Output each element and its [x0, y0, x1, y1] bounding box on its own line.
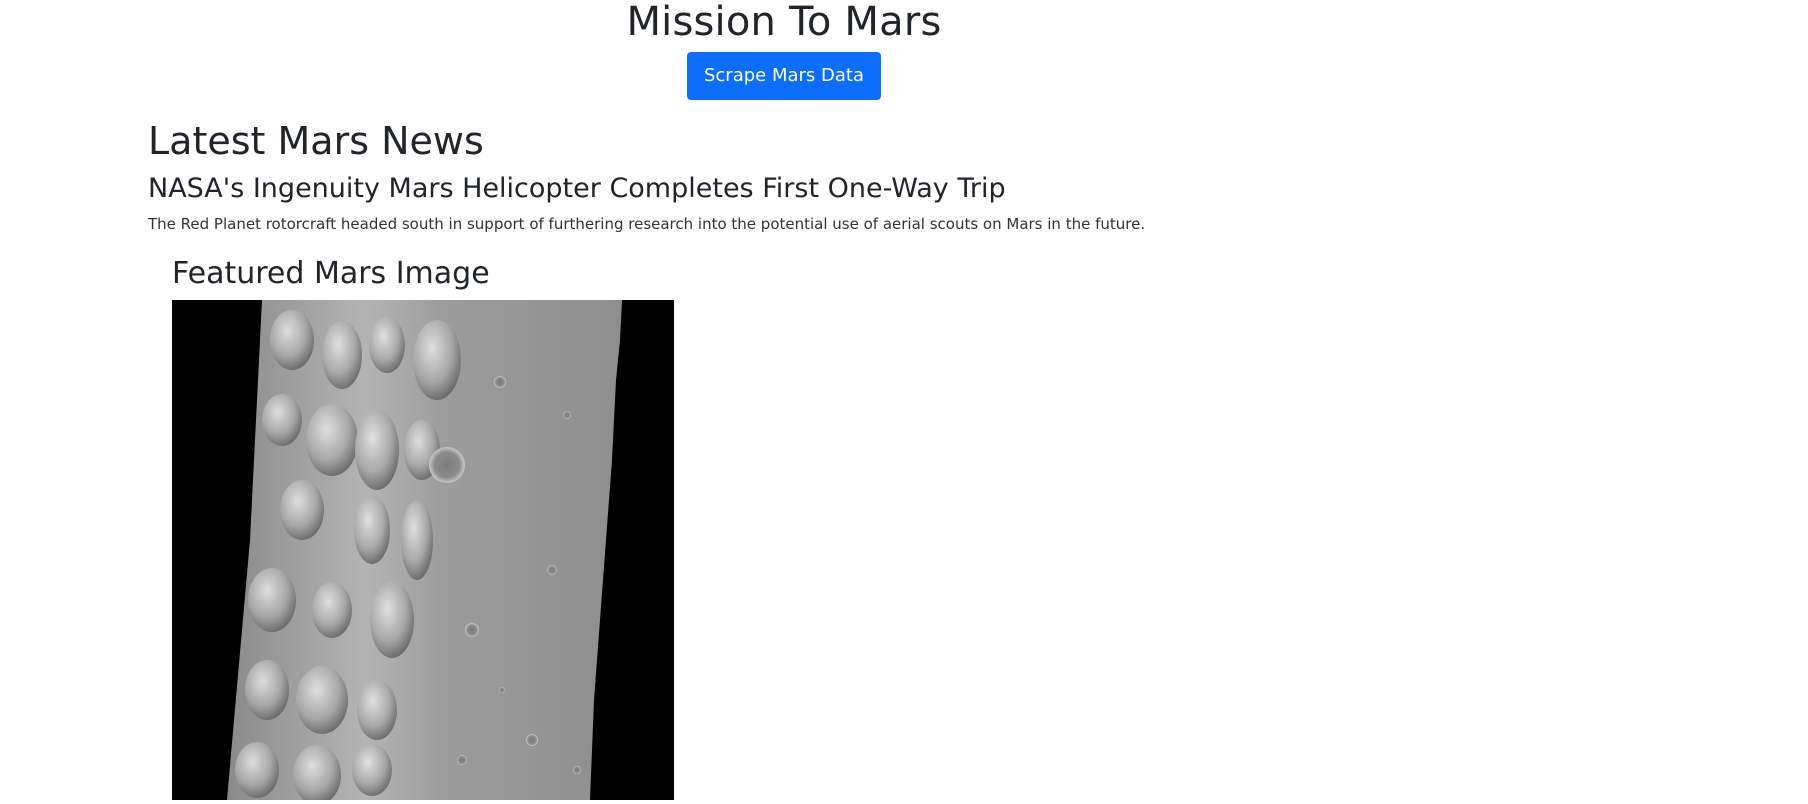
featured-mars-image [172, 300, 674, 800]
featured-image-section: Featured Mars Image [172, 254, 674, 800]
featured-image-heading: Featured Mars Image [172, 256, 490, 291]
mars-surface-picture [172, 300, 674, 800]
news-paragraph: The Red Planet rotorcraft headed south i… [148, 215, 1146, 233]
news-title: NASA's Ingenuity Mars Helicopter Complet… [148, 173, 1006, 204]
header: Mission To Mars Scrape Mars Data [0, 0, 1568, 100]
news-section: Latest Mars News NASA's Ingenuity Mars H… [148, 118, 1448, 234]
news-section-heading: Latest Mars News [148, 119, 484, 163]
scrape-mars-data-button[interactable]: Scrape Mars Data [686, 52, 881, 100]
page-title: Mission To Mars [626, 0, 942, 45]
page: Mission To Mars Scrape Mars Data Latest … [0, 0, 1808, 804]
